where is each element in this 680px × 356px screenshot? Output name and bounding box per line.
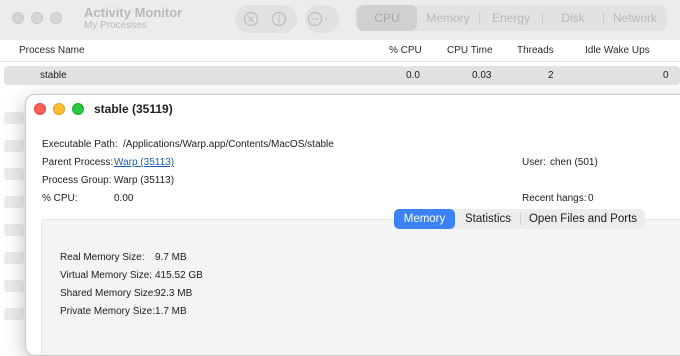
tab-network[interactable]: Network <box>604 5 666 31</box>
tab-memory[interactable]: Memory <box>417 5 479 31</box>
tab-disk[interactable]: Disk <box>543 5 603 31</box>
window-title: stable (35119) <box>94 102 173 116</box>
parent-process-label: Parent Process: <box>42 157 114 168</box>
tab-memory[interactable]: Memory <box>394 209 455 229</box>
table-header: Process Name % CPU CPU Time Threads Idle… <box>0 40 680 62</box>
shared-memory-value: 92.3 MB <box>155 288 193 299</box>
virtual-memory-label: Virtual Memory Size: <box>60 270 153 281</box>
tab-energy[interactable]: Energy <box>480 5 542 31</box>
cpu-percent-label: % CPU: <box>42 193 78 204</box>
tab-open-files-and-ports[interactable]: Open Files and Ports <box>521 209 645 229</box>
list-item <box>4 280 24 292</box>
idle-wake-ups-cell: 0 <box>663 70 669 81</box>
zoom-button[interactable] <box>72 103 84 115</box>
process-actions-group <box>235 5 297 33</box>
tab-cpu[interactable]: CPU <box>357 5 417 31</box>
shared-memory-label: Shared Memory Size: <box>60 288 157 299</box>
list-item <box>4 252 24 264</box>
column-idle-wake-ups[interactable]: Idle Wake Ups <box>585 45 650 56</box>
inspect-process-button[interactable] <box>269 9 289 29</box>
cpu-time-cell: 0.03 <box>472 70 492 81</box>
list-item <box>4 224 24 236</box>
process-name-cell: stable <box>40 70 67 81</box>
user-label: User: <box>522 157 546 168</box>
minimize-button[interactable] <box>53 103 65 115</box>
user-value: chen (501) <box>550 157 598 168</box>
list-item <box>4 168 24 180</box>
more-actions-group <box>305 5 339 33</box>
info-icon <box>271 11 287 27</box>
virtual-memory-value: 415.52 GB <box>155 270 203 281</box>
more-actions-button[interactable] <box>307 9 327 29</box>
column-process-name[interactable]: Process Name <box>19 45 85 56</box>
info-tabs: Memory Statistics Open Files and Ports <box>394 209 645 229</box>
close-button-inactive[interactable] <box>12 12 24 24</box>
close-button[interactable] <box>34 103 46 115</box>
process-group-label: Process Group: <box>42 175 112 186</box>
list-item <box>4 308 24 320</box>
threads-cell: 2 <box>548 70 554 81</box>
zoom-button-inactive[interactable] <box>50 12 62 24</box>
tab-statistics[interactable]: Statistics <box>456 209 520 229</box>
private-memory-label: Private Memory Size: <box>60 306 156 317</box>
cpu-percent-cell: 0.0 <box>406 70 420 81</box>
cpu-percent-value: 0.00 <box>114 193 134 204</box>
stop-process-button[interactable] <box>241 9 261 29</box>
minimize-button-inactive[interactable] <box>31 12 43 24</box>
recent-hangs-label: Recent hangs: <box>522 193 587 204</box>
category-tabs: CPU Memory Energy Disk Network <box>355 5 667 31</box>
app-subtitle: My Processes <box>84 20 147 31</box>
column-cpu-percent[interactable]: % CPU <box>389 45 422 56</box>
list-item <box>4 140 24 152</box>
list-item <box>4 112 24 124</box>
ellipsis-chevron-icon <box>307 11 327 27</box>
list-item <box>4 196 24 208</box>
stop-icon <box>243 11 259 27</box>
private-memory-value: 1.7 MB <box>155 306 187 317</box>
column-threads[interactable]: Threads <box>517 45 554 56</box>
title-bar: stable (35119) <box>26 95 680 123</box>
recent-hangs-value: 0 <box>588 193 594 204</box>
process-info-window: stable (35119) Executable Path: /Applica… <box>25 94 680 356</box>
memory-panel: Real Memory Size: 9.7 MB Virtual Memory … <box>41 219 680 355</box>
app-title: Activity Monitor <box>84 5 183 20</box>
parent-process-link[interactable]: Warp (35113) <box>114 157 174 168</box>
column-cpu-time[interactable]: CPU Time <box>447 45 493 56</box>
real-memory-value: 9.7 MB <box>155 252 187 263</box>
real-memory-label: Real Memory Size: <box>60 252 145 263</box>
toolbar: Activity Monitor My Processes CPU Memory… <box>0 0 680 40</box>
executable-path-value: /Applications/Warp.app/Contents/MacOS/st… <box>123 139 334 150</box>
process-group-value: Warp (35113) <box>114 175 175 186</box>
table-row[interactable]: stable 0.0 0.03 2 0 <box>4 66 680 85</box>
executable-path-label: Executable Path: <box>42 139 118 150</box>
